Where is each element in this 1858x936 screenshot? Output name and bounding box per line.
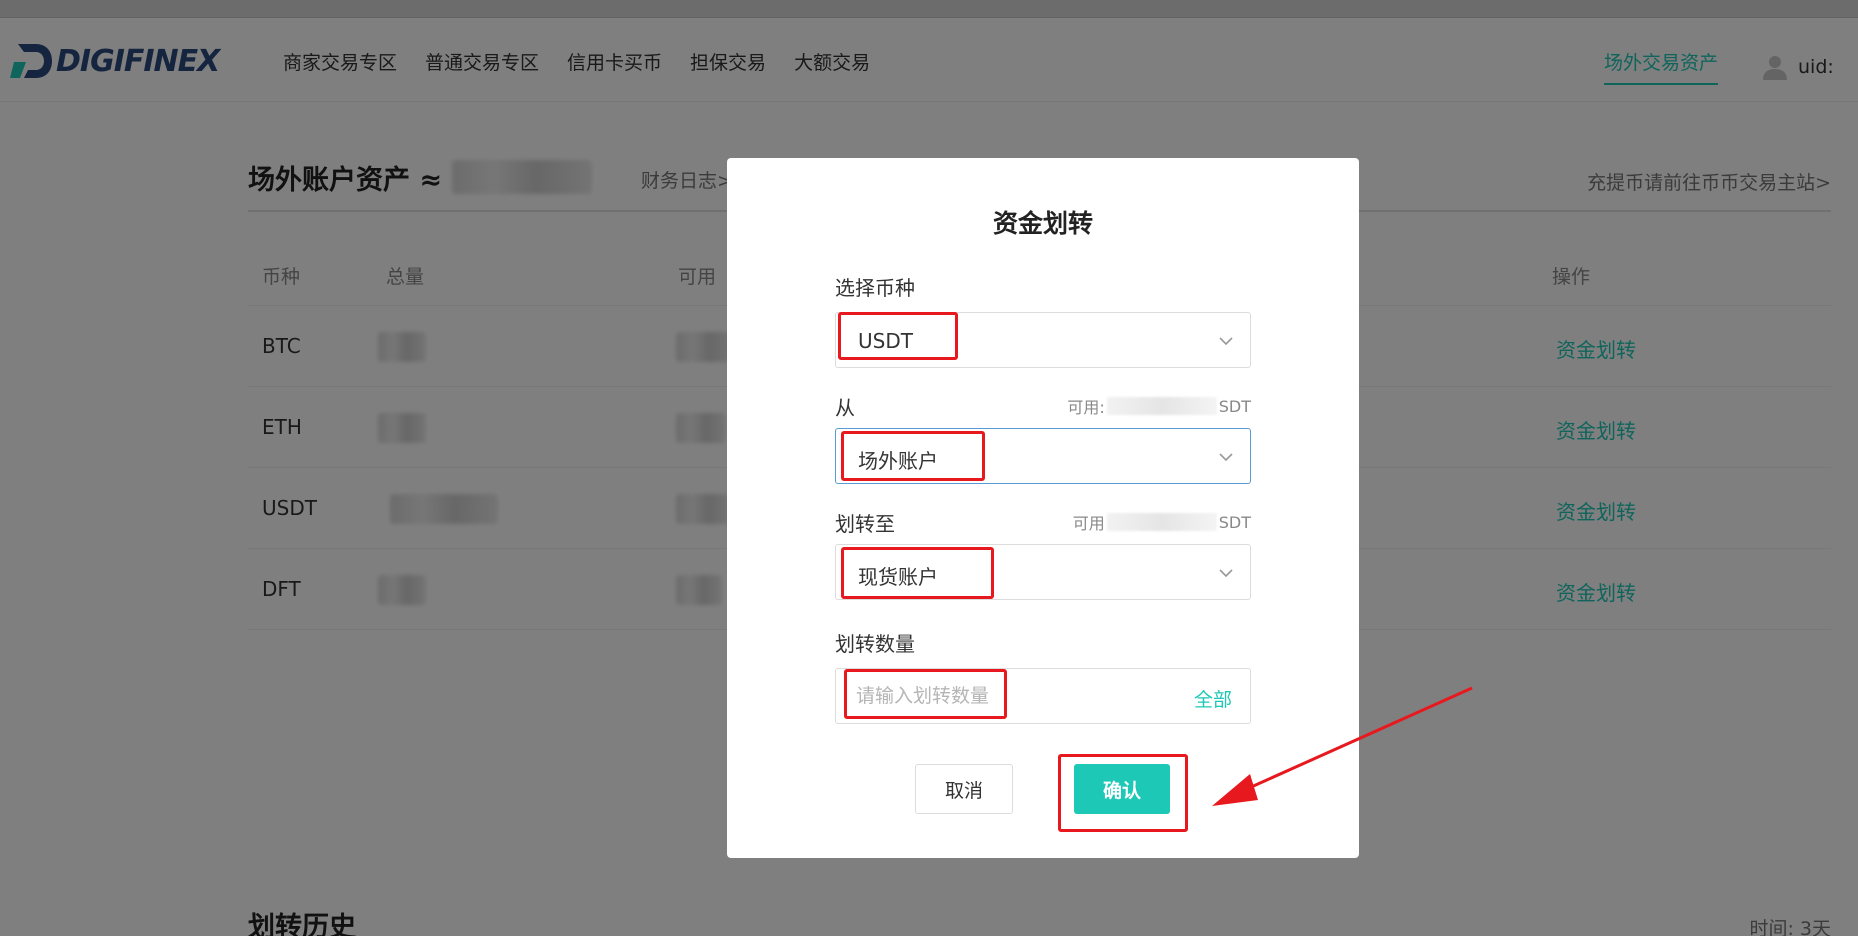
coin-label: 选择币种	[835, 276, 915, 300]
from-account-value: 场外账户	[858, 449, 938, 473]
chevron-down-icon	[1219, 453, 1233, 462]
chevron-down-icon	[1219, 337, 1233, 346]
from-available-suffix: SDT	[1218, 396, 1251, 416]
from-label: 从	[835, 396, 855, 420]
from-available-prefix: 可用:	[1067, 398, 1105, 417]
masked-value	[1106, 397, 1217, 415]
to-label: 划转至	[835, 512, 895, 536]
cancel-button[interactable]: 取消	[915, 764, 1013, 814]
masked-value	[1106, 513, 1217, 531]
coin-select[interactable]: USDT	[835, 312, 1251, 368]
from-account-select[interactable]: 场外账户	[835, 428, 1251, 484]
amount-label: 划转数量	[835, 632, 915, 656]
modal-title: 资金划转	[992, 209, 1093, 238]
to-account-select[interactable]: 现货账户	[835, 544, 1251, 600]
from-available: 可用: SDT	[1067, 394, 1251, 418]
amount-input-box: 全部	[835, 668, 1251, 724]
to-available: 可用 SDT	[1073, 510, 1251, 534]
to-available-prefix: 可用	[1072, 514, 1105, 533]
coin-select-value: USDT	[858, 329, 913, 353]
all-amount-button[interactable]: 全部	[1194, 685, 1232, 712]
chevron-down-icon	[1219, 569, 1233, 578]
to-available-suffix: SDT	[1218, 512, 1251, 532]
transfer-modal: 资金划转 选择币种 USDT 从 可用: SDT 场外账户 划转至 可用 SDT…	[727, 158, 1359, 858]
amount-input[interactable]	[856, 681, 1156, 711]
confirm-button[interactable]: 确认	[1074, 764, 1170, 814]
to-account-value: 现货账户	[858, 565, 938, 589]
